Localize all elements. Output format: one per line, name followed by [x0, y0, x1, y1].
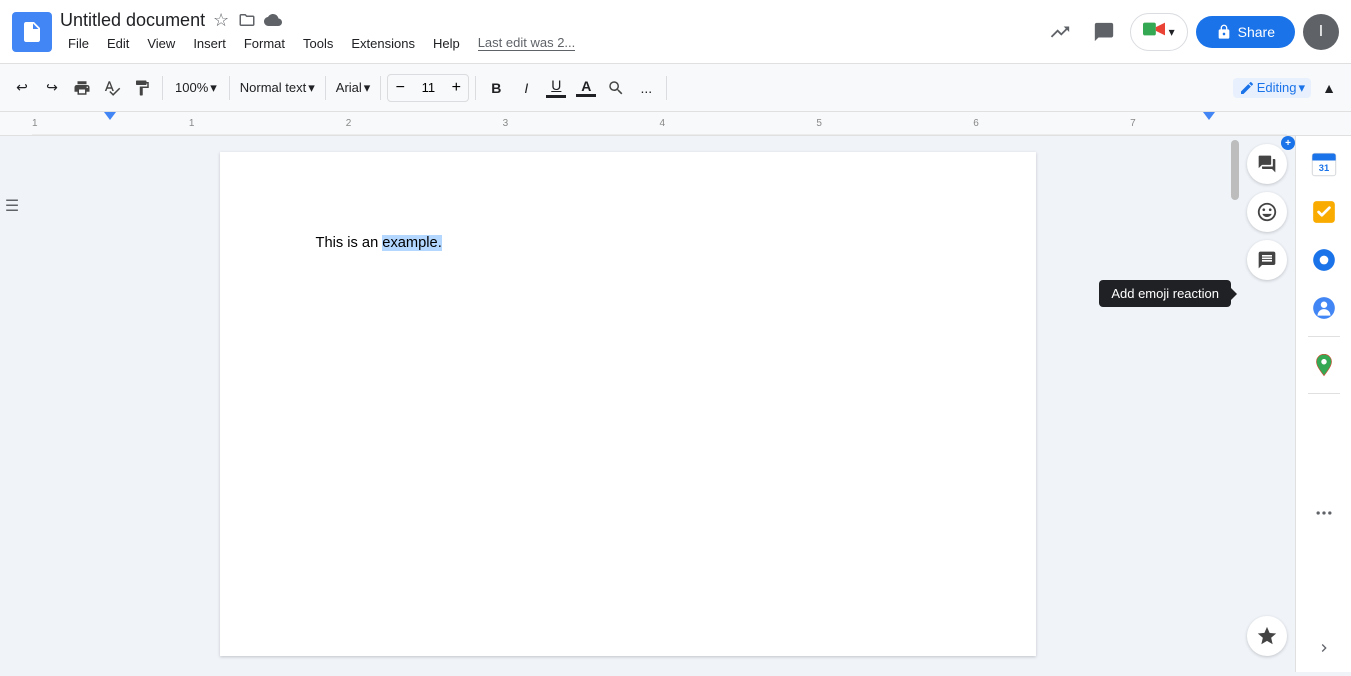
- more-options-button[interactable]: ...: [632, 74, 660, 102]
- more-icon: ...: [640, 80, 652, 96]
- top-right-actions: ▾ Share I: [1042, 13, 1339, 51]
- document-content[interactable]: This is an example.: [316, 232, 940, 254]
- menu-format[interactable]: Format: [236, 33, 293, 54]
- underline-icon: U: [551, 77, 561, 93]
- star-icon[interactable]: ☆: [211, 10, 231, 30]
- cloud-status-icon[interactable]: [263, 10, 283, 30]
- editing-label: Editing: [1257, 80, 1297, 95]
- scrollbar-track[interactable]: [1231, 136, 1239, 672]
- ai-button-container: [1247, 616, 1287, 664]
- suggest-edit-button[interactable]: [1247, 240, 1287, 280]
- zoom-dropdown-icon: ▾: [210, 80, 217, 96]
- font-size-decrease[interactable]: −: [388, 74, 412, 102]
- scrollbar-thumb[interactable]: [1231, 140, 1239, 200]
- activity-icon[interactable]: [1042, 14, 1078, 50]
- ruler-bar: 1 1 2 3 4 5 6 7: [32, 112, 1287, 135]
- paint-format-button[interactable]: [128, 74, 156, 102]
- docs-logo[interactable]: [12, 12, 52, 52]
- title-area: Untitled document ☆ File Edit View Inser…: [60, 10, 1034, 54]
- font-size-increase[interactable]: +: [444, 74, 468, 102]
- ai-spark-button[interactable]: [1247, 616, 1287, 656]
- paragraph-style-icon: ▾: [308, 80, 315, 96]
- move-to-folder-icon[interactable]: [237, 10, 257, 30]
- share-label: Share: [1238, 24, 1275, 40]
- last-edit-status[interactable]: Last edit was 2...: [478, 35, 576, 51]
- document-area[interactable]: This is an example.: [24, 136, 1231, 672]
- more-apps-button[interactable]: [1304, 493, 1344, 533]
- print-button[interactable]: [68, 74, 96, 102]
- menu-insert[interactable]: Insert: [185, 33, 234, 54]
- emoji-reaction-button[interactable]: [1247, 192, 1287, 232]
- comments-icon[interactable]: [1086, 14, 1122, 50]
- italic-button[interactable]: I: [512, 74, 540, 102]
- right-tools: + Add emoji reaction: [1239, 136, 1295, 672]
- google-contacts-icon[interactable]: [1304, 288, 1344, 328]
- share-button[interactable]: Share: [1196, 16, 1295, 48]
- meet-button[interactable]: ▾: [1130, 13, 1188, 51]
- text-color-button[interactable]: A: [572, 74, 600, 102]
- font-size-control: − +: [387, 74, 469, 102]
- font-value: Arial: [336, 80, 362, 95]
- apps-divider-2: [1308, 393, 1340, 394]
- zoom-value: 100%: [175, 80, 208, 95]
- paragraph-style-value: Normal text: [240, 80, 306, 95]
- text-color-icon: A: [581, 78, 591, 94]
- user-avatar[interactable]: I: [1303, 14, 1339, 50]
- redo-button[interactable]: ↪: [38, 74, 66, 102]
- menu-edit[interactable]: Edit: [99, 33, 137, 54]
- doc-title[interactable]: Untitled document: [60, 10, 205, 31]
- bold-icon: B: [491, 80, 501, 96]
- menu-help[interactable]: Help: [425, 33, 468, 54]
- editing-dropdown-icon: ▾: [1298, 80, 1305, 96]
- italic-icon: I: [524, 80, 528, 96]
- text-prefix: This is an: [316, 235, 383, 251]
- font-dropdown-icon: ▾: [364, 80, 371, 96]
- toolbar: ↩ ↪ 100% ▾ Normal text ▾ Arial ▾ − + B I…: [0, 64, 1351, 112]
- zoom-selector[interactable]: 100% ▾: [169, 78, 223, 98]
- paragraph-style-selector[interactable]: Normal text ▾: [236, 78, 319, 98]
- add-comment-button[interactable]: +: [1247, 144, 1287, 184]
- google-keep-icon[interactable]: [1304, 240, 1344, 280]
- ruler: 1 1 2 3 4 5 6 7: [0, 112, 1351, 136]
- apps-divider: [1308, 336, 1340, 337]
- menu-file[interactable]: File: [60, 33, 97, 54]
- divider-4: [380, 76, 381, 100]
- divider-3: [325, 76, 326, 100]
- divider-2: [229, 76, 230, 100]
- undo-button[interactable]: ↩: [8, 74, 36, 102]
- collapse-toolbar-button[interactable]: ▲: [1315, 74, 1343, 102]
- menu-extensions[interactable]: Extensions: [343, 33, 423, 54]
- google-calendar-icon[interactable]: 31: [1304, 144, 1344, 184]
- document-page[interactable]: This is an example.: [220, 152, 1036, 656]
- meet-icon: [1143, 20, 1165, 44]
- meet-chevron: ▾: [1169, 25, 1175, 39]
- text-selected: example.: [382, 235, 441, 251]
- svg-text:31: 31: [1318, 163, 1328, 173]
- spellcheck-button[interactable]: [98, 74, 126, 102]
- divider-5: [475, 76, 476, 100]
- top-bar: Untitled document ☆ File Edit View Inser…: [0, 0, 1351, 64]
- text-color-bar: [576, 94, 596, 97]
- underline-color-bar: [546, 95, 566, 98]
- menu-tools[interactable]: Tools: [295, 33, 341, 54]
- font-size-input[interactable]: [412, 80, 444, 95]
- left-panel: ☰: [0, 136, 24, 672]
- expand-sidebar-button[interactable]: [1308, 632, 1340, 664]
- google-maps-icon[interactable]: [1304, 345, 1344, 385]
- menu-view[interactable]: View: [139, 33, 183, 54]
- editing-mode-button[interactable]: Editing ▾: [1233, 78, 1311, 98]
- divider-6: [666, 76, 667, 100]
- font-selector[interactable]: Arial ▾: [332, 78, 375, 98]
- main-area: ☰ This is an example. + Add emoji reacti…: [0, 136, 1351, 672]
- highlight-button[interactable]: [602, 74, 630, 102]
- apps-sidebar: 31: [1295, 136, 1351, 672]
- underline-button[interactable]: U: [542, 74, 570, 102]
- bold-button[interactable]: B: [482, 74, 510, 102]
- divider-1: [162, 76, 163, 100]
- google-tasks-icon[interactable]: [1304, 192, 1344, 232]
- emoji-reaction-container: Add emoji reaction: [1247, 192, 1287, 232]
- outline-icon[interactable]: ☰: [5, 196, 19, 216]
